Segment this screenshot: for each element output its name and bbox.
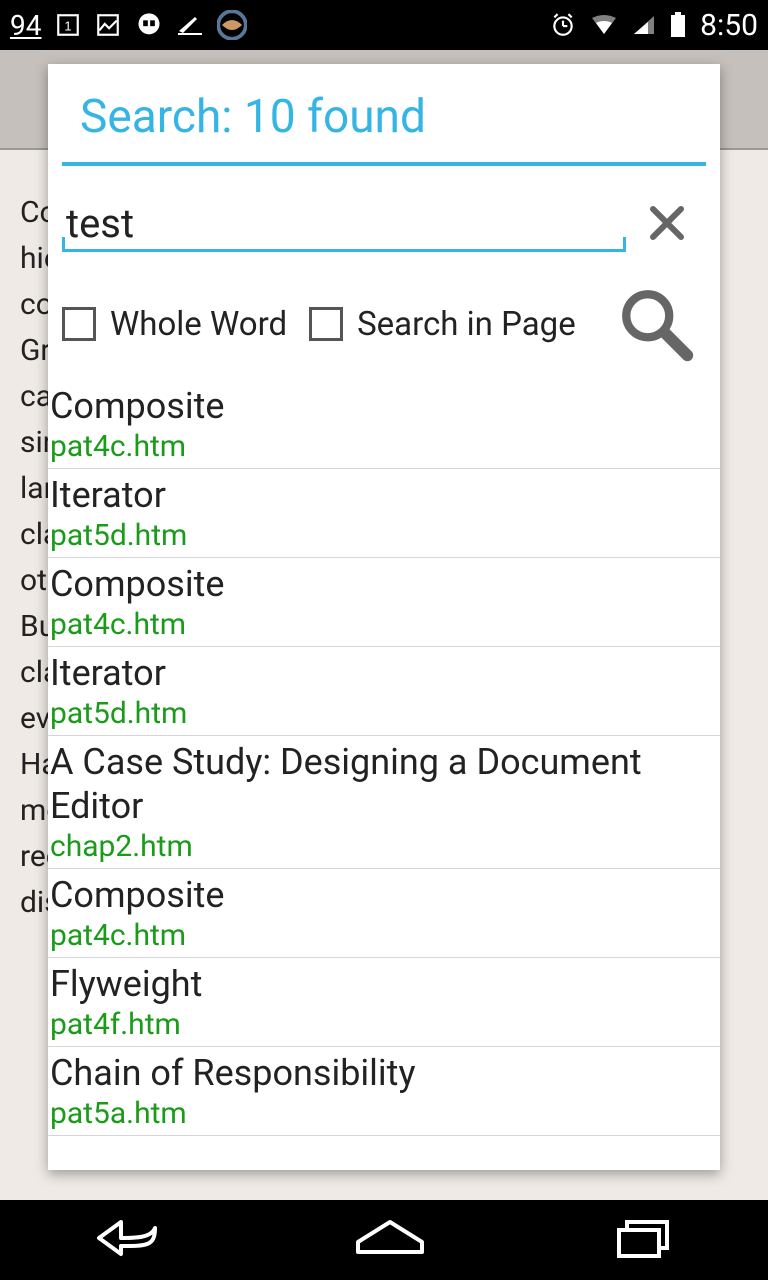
status-time: 8:50 xyxy=(700,8,758,43)
result-path: pat4c.htm xyxy=(50,606,718,644)
search-input[interactable] xyxy=(62,200,626,247)
result-path: pat4c.htm xyxy=(50,428,718,466)
battery-icon xyxy=(670,12,686,38)
search-result[interactable]: Flyweightpat4f.htm xyxy=(48,958,720,1047)
whole-word-checkbox[interactable] xyxy=(62,307,96,341)
result-title: Composite xyxy=(50,384,718,428)
clear-search-button[interactable] xyxy=(634,190,700,256)
result-title: Iterator xyxy=(50,473,718,517)
search-result[interactable]: Compositepat4c.htm xyxy=(48,380,720,469)
alarm-icon xyxy=(550,12,576,38)
svg-text:1: 1 xyxy=(65,18,72,33)
signal-icon xyxy=(632,14,656,36)
search-result[interactable]: Chain of Responsibilitypat5a.htm xyxy=(48,1047,720,1136)
result-title: Composite xyxy=(50,562,718,606)
results-list[interactable]: Compositepat4c.htmIteratorpat5d.htmCompo… xyxy=(48,380,720,1170)
status-left: 94 1 xyxy=(10,9,247,42)
calendar-icon: 1 xyxy=(55,12,81,38)
result-path: chap2.htm xyxy=(50,828,718,866)
wifi-icon xyxy=(590,14,618,36)
home-button[interactable] xyxy=(350,1216,430,1264)
result-title: Composite xyxy=(50,873,718,917)
search-result[interactable]: Compositepat4c.htm xyxy=(48,869,720,958)
close-icon xyxy=(643,199,691,247)
search-button[interactable] xyxy=(606,282,706,366)
search-result[interactable]: Iteratorpat5d.htm xyxy=(48,647,720,736)
hangouts-icon xyxy=(135,11,163,39)
search-input-wrap xyxy=(62,194,626,252)
result-path: pat4c.htm xyxy=(50,917,718,955)
back-button[interactable] xyxy=(91,1216,167,1264)
result-title: Chain of Responsibility xyxy=(50,1051,718,1095)
search-in-page-label: Search in Page xyxy=(357,305,576,344)
search-options: Whole Word Search in Page xyxy=(48,256,720,380)
navigation-bar xyxy=(0,1200,768,1280)
whole-word-label: Whole Word xyxy=(110,305,287,344)
result-title: Iterator xyxy=(50,651,718,695)
search-icon xyxy=(611,286,701,362)
back-icon xyxy=(91,1216,167,1260)
result-path: pat5a.htm xyxy=(50,1095,718,1133)
result-title: Flyweight xyxy=(50,962,718,1006)
result-path: pat5d.htm xyxy=(50,695,718,733)
dialog-title: Search: 10 found xyxy=(48,64,720,162)
recent-icon xyxy=(613,1216,677,1260)
recent-button[interactable] xyxy=(613,1216,677,1264)
app-icon xyxy=(217,10,247,40)
home-icon xyxy=(350,1216,430,1260)
search-result[interactable]: A Case Study: Designing a Document Edito… xyxy=(48,736,720,869)
status-bar: 94 1 8:50 xyxy=(0,0,768,50)
image-icon xyxy=(95,12,121,38)
status-right: 8:50 xyxy=(550,8,758,43)
result-title: A Case Study: Designing a Document Edito… xyxy=(50,740,718,828)
result-path: pat4f.htm xyxy=(50,1006,718,1044)
search-in-page-checkbox[interactable] xyxy=(309,307,343,341)
search-result[interactable]: Compositepat4c.htm xyxy=(48,558,720,647)
search-dialog: Search: 10 found Whole Word Search in Pa… xyxy=(48,64,720,1170)
notification-count: 94 xyxy=(10,9,41,42)
search-row xyxy=(48,166,720,256)
notification-icon xyxy=(177,15,203,35)
search-result[interactable]: Iteratorpat5d.htm xyxy=(48,469,720,558)
result-path: pat5d.htm xyxy=(50,517,718,555)
